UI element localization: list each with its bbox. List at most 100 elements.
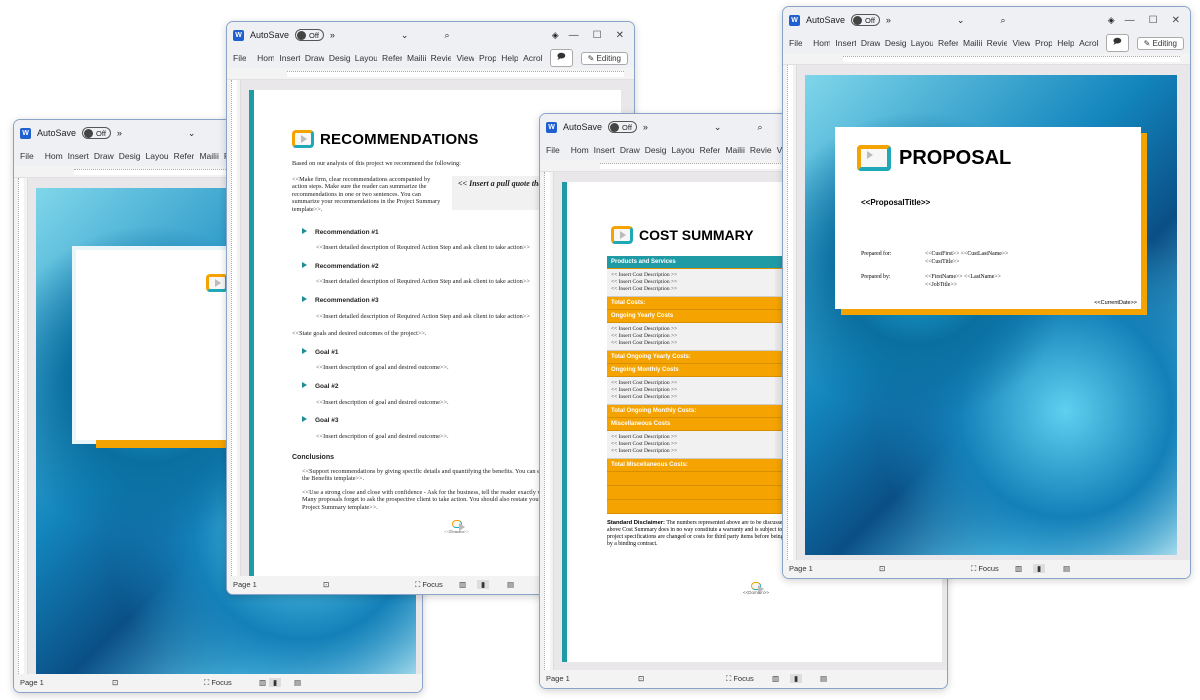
minimize-button[interactable]: — bbox=[569, 30, 579, 41]
tab-insert[interactable]: Insert bbox=[594, 145, 615, 155]
overflow-icon[interactable]: » bbox=[886, 15, 891, 25]
chevron-down-icon[interactable]: ⌄ bbox=[714, 122, 722, 133]
tab-design[interactable]: Desig bbox=[329, 53, 350, 63]
tab-references[interactable]: Refer bbox=[174, 151, 195, 161]
print-layout-icon[interactable]: ▮ bbox=[477, 580, 490, 589]
web-layout-icon[interactable]: ▤ bbox=[1063, 564, 1070, 573]
tab-insert[interactable]: Insert bbox=[68, 151, 89, 161]
tab-help[interactable]: Help bbox=[501, 53, 518, 63]
tab-home[interactable]: Hom bbox=[45, 151, 63, 161]
tab-draw[interactable]: Draw bbox=[94, 151, 114, 161]
print-layout-icon[interactable]: ▮ bbox=[1033, 564, 1046, 573]
tab-draw[interactable]: Draw bbox=[620, 145, 640, 155]
tab-mailings[interactable]: Mailii bbox=[963, 38, 982, 48]
focus-button[interactable]: ⛶ Focus bbox=[971, 564, 999, 574]
page-indicator[interactable]: Page 1 bbox=[546, 674, 570, 683]
tab-mailings[interactable]: Mailii bbox=[407, 53, 426, 63]
tab-acrobat[interactable]: Acrol bbox=[1079, 38, 1098, 48]
tab-file[interactable]: File bbox=[233, 53, 246, 63]
comments-button[interactable]: 🗩 bbox=[1105, 34, 1129, 52]
tab-layout[interactable]: Layou bbox=[672, 145, 695, 155]
web-layout-icon[interactable]: ▤ bbox=[820, 674, 827, 683]
search-icon[interactable]: ⌕ bbox=[444, 30, 449, 41]
tab-review[interactable]: Revie bbox=[431, 53, 452, 63]
tab-references[interactable]: Refer bbox=[700, 145, 721, 155]
tab-insert[interactable]: Insert bbox=[835, 38, 855, 48]
search-icon[interactable]: ⌕ bbox=[1000, 15, 1005, 26]
accessibility-icon[interactable]: ⊡ bbox=[323, 580, 329, 589]
tab-review[interactable]: Revie bbox=[987, 38, 1008, 48]
vertical-ruler[interactable] bbox=[540, 172, 554, 670]
autosave-toggle[interactable]: Off bbox=[82, 127, 111, 139]
tab-home[interactable]: Hom bbox=[571, 145, 589, 155]
read-mode-icon[interactable]: ▥ bbox=[259, 678, 266, 687]
accessibility-icon[interactable]: ⊡ bbox=[638, 674, 644, 683]
tab-references[interactable]: Refer bbox=[382, 53, 402, 63]
tab-file[interactable]: File bbox=[20, 151, 34, 161]
maximize-button[interactable]: ☐ bbox=[593, 30, 602, 41]
accessibility-icon[interactable]: ⊡ bbox=[879, 564, 885, 573]
autosave-toggle[interactable]: Off bbox=[295, 29, 324, 41]
minimize-button[interactable]: — bbox=[1125, 15, 1135, 26]
read-mode-icon[interactable]: ▥ bbox=[772, 674, 779, 683]
vertical-ruler[interactable] bbox=[14, 178, 28, 674]
web-layout-icon[interactable]: ▤ bbox=[294, 678, 301, 687]
autosave-toggle[interactable]: Off bbox=[851, 14, 880, 26]
tab-layout[interactable]: Layou bbox=[146, 151, 169, 161]
close-button[interactable]: ✕ bbox=[1172, 15, 1180, 26]
tab-design[interactable]: Desig bbox=[119, 151, 141, 161]
tab-home[interactable]: Hom bbox=[257, 53, 274, 63]
overflow-icon[interactable]: » bbox=[643, 122, 648, 132]
editing-mode-button[interactable]: ✎ Editing bbox=[1136, 36, 1184, 50]
editing-mode-button[interactable]: ✎ Editing bbox=[580, 51, 628, 65]
accessibility-icon[interactable]: ⊡ bbox=[112, 678, 118, 687]
print-layout-icon[interactable]: ▮ bbox=[790, 674, 803, 683]
tab-mailings[interactable]: Mailii bbox=[725, 145, 744, 155]
close-button[interactable]: ✕ bbox=[616, 30, 624, 41]
tab-help[interactable]: Help bbox=[1057, 38, 1074, 48]
tab-view[interactable]: View bbox=[1012, 38, 1030, 48]
tab-layout[interactable]: Layou bbox=[355, 53, 377, 63]
tab-home[interactable]: Hom bbox=[813, 38, 830, 48]
focus-button[interactable]: ⛶ Focus bbox=[415, 580, 443, 590]
horizontal-ruler[interactable] bbox=[227, 68, 634, 80]
chevron-down-icon[interactable]: ⌄ bbox=[957, 15, 965, 26]
tab-properties[interactable]: Prop bbox=[1035, 38, 1052, 48]
page-indicator[interactable]: Page 1 bbox=[20, 678, 44, 687]
read-mode-icon[interactable]: ▥ bbox=[1015, 564, 1022, 573]
focus-button[interactable]: ⛶ Focus bbox=[726, 674, 754, 684]
overflow-icon[interactable]: » bbox=[330, 30, 335, 40]
tab-design[interactable]: Desig bbox=[645, 145, 667, 155]
tab-review[interactable]: Revie bbox=[750, 145, 772, 155]
tab-draw[interactable]: Draw bbox=[305, 53, 324, 63]
chevron-down-icon[interactable]: ⌄ bbox=[188, 128, 196, 139]
read-mode-icon[interactable]: ▥ bbox=[459, 580, 466, 589]
vertical-ruler[interactable] bbox=[783, 65, 797, 560]
focus-button[interactable]: ⛶ Focus bbox=[204, 678, 232, 688]
search-icon[interactable]: ⌕ bbox=[757, 122, 762, 133]
document-area[interactable]: PROPOSAL <<ProposalTitle>> Prepared for:… bbox=[797, 65, 1190, 560]
vertical-ruler[interactable] bbox=[227, 80, 241, 576]
page-indicator[interactable]: Page 1 bbox=[233, 580, 257, 589]
copilot-icon[interactable]: ◈ bbox=[552, 30, 559, 41]
tab-acrobat[interactable]: Acrol bbox=[523, 53, 542, 63]
tab-view[interactable]: View bbox=[456, 53, 474, 63]
maximize-button[interactable]: ☐ bbox=[1149, 15, 1158, 26]
tab-design[interactable]: Desig bbox=[885, 38, 906, 48]
tab-file[interactable]: File bbox=[546, 145, 560, 155]
tab-file[interactable]: File bbox=[789, 38, 802, 48]
tab-insert[interactable]: Insert bbox=[279, 53, 299, 63]
comments-button[interactable]: 🗩 bbox=[549, 49, 573, 67]
print-layout-icon[interactable]: ▮ bbox=[269, 678, 282, 687]
tab-layout[interactable]: Layou bbox=[911, 38, 933, 48]
autosave-toggle[interactable]: Off bbox=[608, 121, 637, 133]
chevron-down-icon[interactable]: ⌄ bbox=[401, 30, 409, 41]
page-indicator[interactable]: Page 1 bbox=[789, 564, 813, 573]
tab-draw[interactable]: Draw bbox=[861, 38, 880, 48]
web-layout-icon[interactable]: ▤ bbox=[507, 580, 514, 589]
tab-mailings[interactable]: Mailii bbox=[199, 151, 218, 161]
copilot-icon[interactable]: ◈ bbox=[1108, 15, 1115, 26]
horizontal-ruler[interactable] bbox=[783, 53, 1190, 65]
tab-properties[interactable]: Prop bbox=[479, 53, 496, 63]
overflow-icon[interactable]: » bbox=[117, 128, 122, 138]
